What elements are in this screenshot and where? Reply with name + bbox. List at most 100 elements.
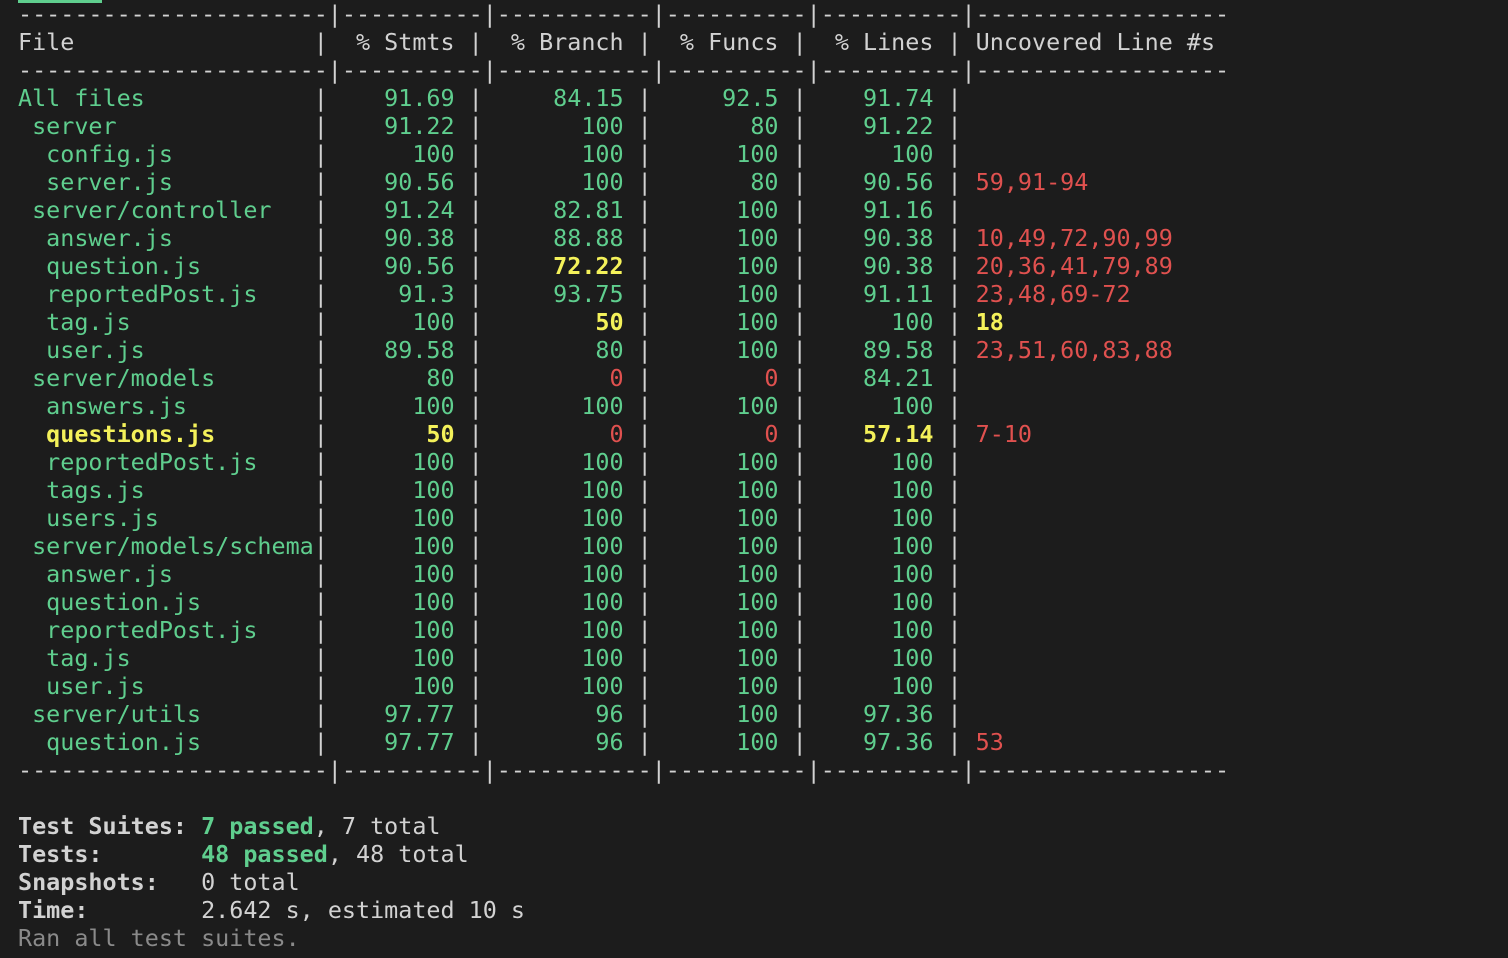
cell-branch: 100 [496, 448, 624, 476]
column-separator: | [778, 672, 821, 700]
cell-branch: 100 [496, 112, 624, 140]
column-separator: | [778, 252, 821, 280]
column-separator: | [933, 672, 962, 700]
cell-lines: 91.74 [820, 84, 934, 112]
cell-funcs: 100 [665, 560, 779, 588]
cell-file: server/models/schema [18, 532, 314, 560]
column-separator: | [623, 476, 666, 504]
summary-label: Snapshots: [18, 868, 159, 896]
table-row: All files | 91.69 | 84.15 | 92.5 | 91.74… [18, 84, 1498, 112]
column-separator: | [933, 448, 962, 476]
cell-lines: 100 [820, 448, 934, 476]
cell-file: user.js [18, 672, 314, 700]
column-separator: | [933, 308, 962, 336]
cell-lines: 91.22 [820, 112, 934, 140]
column-separator: | [313, 364, 328, 392]
cell-branch: 100 [496, 588, 624, 616]
column-separator: | [778, 588, 821, 616]
cell-lines: 89.58 [820, 336, 934, 364]
cell-stmts: 91.24 [327, 196, 455, 224]
column-separator: | [623, 616, 666, 644]
column-separator: | [623, 504, 666, 532]
cell-stmts: 100 [327, 448, 455, 476]
table-row: server | 91.22 | 100 | 80 | 91.22 | [18, 112, 1498, 140]
cell-funcs: 100 [665, 700, 779, 728]
table-row: reportedPost.js | 100 | 100 | 100 | 100 … [18, 448, 1498, 476]
column-separator: | [778, 392, 821, 420]
column-separator: | [623, 140, 666, 168]
cell-stmts: 89.58 [327, 336, 455, 364]
column-separator: | [454, 252, 497, 280]
header-branch: % Branch [496, 28, 624, 56]
column-separator: | [623, 84, 666, 112]
cell-funcs: 100 [665, 588, 779, 616]
column-separator: | [623, 224, 666, 252]
cell-file: users.js [18, 504, 314, 532]
column-separator: | [313, 532, 328, 560]
table-row: reportedPost.js | 91.3 | 93.75 | 100 | 9… [18, 280, 1498, 308]
cell-funcs: 100 [665, 616, 779, 644]
cell-stmts: 91.3 [327, 280, 455, 308]
column-separator: | [313, 252, 328, 280]
cell-stmts: 100 [327, 616, 455, 644]
header-file: File [18, 28, 314, 56]
cell-branch: 80 [496, 336, 624, 364]
cell-lines: 100 [820, 616, 934, 644]
column-separator: | [933, 112, 962, 140]
cell-file: server/controller [18, 196, 314, 224]
cell-funcs: 0 [665, 420, 779, 448]
column-separator: | [313, 392, 328, 420]
cell-funcs: 100 [665, 308, 779, 336]
column-separator: | [623, 252, 666, 280]
cell-stmts: 90.56 [327, 252, 455, 280]
table-row: config.js | 100 | 100 | 100 | 100 | [18, 140, 1498, 168]
column-separator: | [933, 84, 962, 112]
column-separator: | [933, 392, 962, 420]
column-separator: | [313, 336, 328, 364]
column-separator: | [313, 308, 328, 336]
column-separator: | [933, 196, 962, 224]
cell-lines: 57.14 [820, 420, 934, 448]
cell-lines: 100 [820, 560, 934, 588]
cell-funcs: 100 [665, 224, 779, 252]
column-separator: | [313, 280, 328, 308]
cell-branch: 100 [496, 644, 624, 672]
column-separator: | [454, 364, 497, 392]
column-separator: | [454, 616, 497, 644]
column-separator: | [778, 336, 821, 364]
rule-text: ----------------------|----------|------… [18, 56, 1230, 84]
table-row: answer.js | 90.38 | 88.88 | 100 | 90.38 … [18, 224, 1498, 252]
cell-funcs: 80 [665, 112, 779, 140]
cell-file: config.js [18, 140, 314, 168]
column-separator: | [933, 588, 962, 616]
table-row: questions.js | 50 | 0 | 0 | 57.14 | 7-10 [18, 420, 1498, 448]
column-separator: | [778, 532, 821, 560]
cell-file: server [18, 112, 314, 140]
cell-stmts: 100 [327, 588, 455, 616]
cell-uncovered: 23,51,60,83,88 [961, 336, 1173, 364]
column-separator: | [313, 588, 328, 616]
cell-lines: 84.21 [820, 364, 934, 392]
cell-branch: 100 [496, 560, 624, 588]
column-separator: | [778, 616, 821, 644]
column-separator: | [454, 420, 497, 448]
cell-uncovered: 10,49,72,90,99 [961, 224, 1173, 252]
header-funcs: % Funcs [665, 28, 779, 56]
cell-branch: 100 [496, 140, 624, 168]
cell-funcs: 100 [665, 280, 779, 308]
column-separator: | [778, 504, 821, 532]
cell-funcs: 100 [665, 252, 779, 280]
column-separator: | [933, 532, 962, 560]
column-separator: | [313, 728, 328, 756]
cell-file: question.js [18, 252, 314, 280]
column-separator: | [313, 616, 328, 644]
column-separator: | [454, 588, 497, 616]
cell-branch: 100 [496, 532, 624, 560]
column-separator: | [623, 448, 666, 476]
cell-file: server.js [18, 168, 314, 196]
column-separator: | [623, 168, 666, 196]
cell-stmts: 100 [327, 672, 455, 700]
cell-funcs: 100 [665, 672, 779, 700]
cell-branch: 0 [496, 364, 624, 392]
cell-branch: 84.15 [496, 84, 624, 112]
